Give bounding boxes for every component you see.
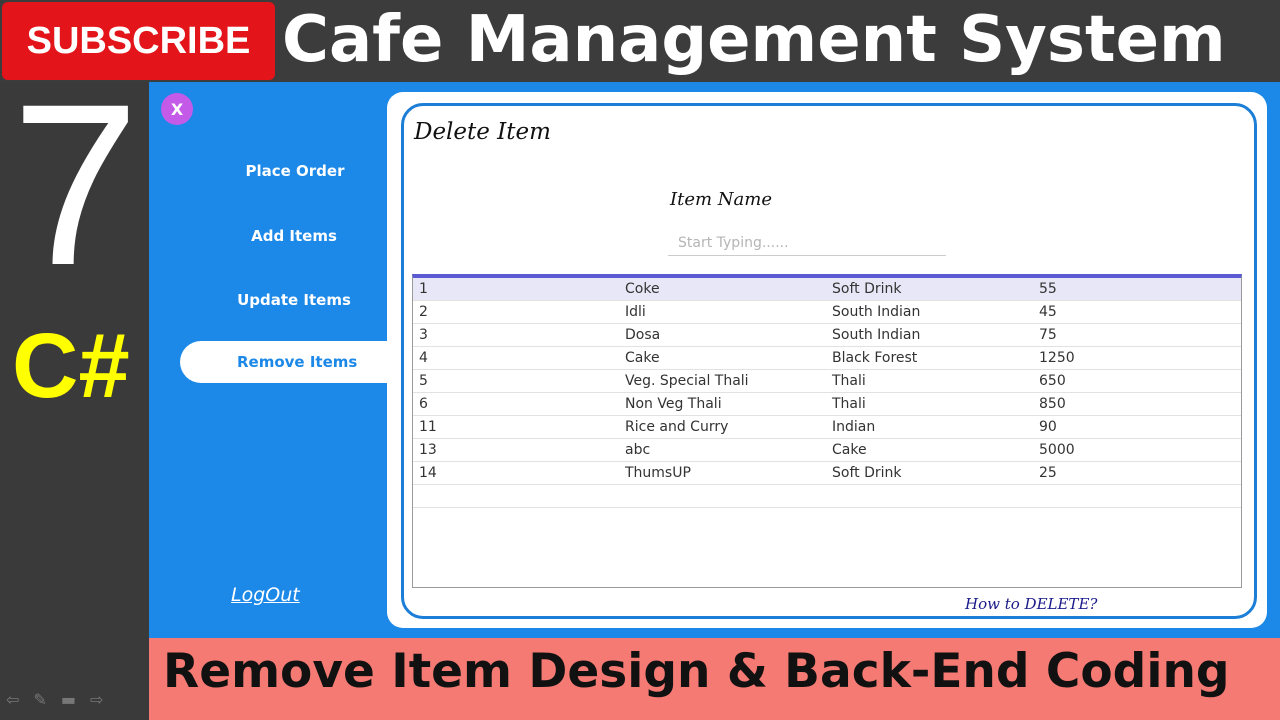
table-row[interactable]: 3 Dosa South Indian 75 <box>413 324 1241 347</box>
board-icon: ▬ <box>60 690 76 709</box>
table-row[interactable]: 5 Veg. Special Thali Thali 650 <box>413 370 1241 393</box>
nav-remove-items[interactable]: Remove Items <box>180 341 395 383</box>
table-cell-id: 13 <box>419 442 437 458</box>
table-cell-price: 850 <box>1039 396 1066 412</box>
how-to-delete-link[interactable]: How to DELETE? <box>965 595 1097 613</box>
table-cell-id: 1 <box>419 281 428 297</box>
table-cell-category: Thali <box>832 373 866 389</box>
table-row[interactable]: 2 Idli South Indian 45 <box>413 301 1241 324</box>
table-cell-name: ThumsUP <box>625 465 691 481</box>
delete-item-panel: Delete Item Item Name 1 Coke Soft Drink 55 2… <box>387 92 1267 628</box>
episode-number: 7 <box>11 56 140 313</box>
table-cell-price: 75 <box>1039 327 1057 343</box>
player-tools: ⇦ ✎ ▬ ⇨ <box>6 690 103 709</box>
table-cell-id: 4 <box>419 350 428 366</box>
video-title: Cafe Management System <box>282 3 1226 77</box>
table-row[interactable]: 1 Coke Soft Drink 55 <box>413 278 1241 301</box>
table-row[interactable] <box>413 485 1241 508</box>
top-banner: SUBSCRIBE Cafe Management System <box>0 0 1280 82</box>
table-row[interactable]: 4 Cake Black Forest 1250 <box>413 347 1241 370</box>
panel-title: Delete Item <box>414 119 551 145</box>
table-cell-category: Indian <box>832 419 876 435</box>
item-name-label: Item Name <box>670 189 772 210</box>
table-cell-id: 3 <box>419 327 428 343</box>
table-cell-name: Coke <box>625 281 660 297</box>
table-cell-category: Cake <box>832 442 867 458</box>
table-cell-category: South Indian <box>832 304 921 320</box>
table-row[interactable]: 14 ThumsUP Soft Drink 25 <box>413 462 1241 485</box>
language-label: C# <box>12 315 130 417</box>
table-cell-category: South Indian <box>832 327 921 343</box>
table-cell-price: 90 <box>1039 419 1057 435</box>
table-cell-name: Cake <box>625 350 660 366</box>
item-name-input[interactable] <box>668 230 946 256</box>
table-cell-category: Black Forest <box>832 350 918 366</box>
table-cell-price: 1250 <box>1039 350 1075 366</box>
table-row[interactable]: 13 abc Cake 5000 <box>413 439 1241 462</box>
app-window: X Place Order Add Items Update Items Rem… <box>149 82 1280 638</box>
nav-place-order[interactable]: Place Order <box>195 162 395 180</box>
table-cell-price: 650 <box>1039 373 1066 389</box>
bottom-caption: Remove Item Design & Back-End Coding <box>163 644 1230 699</box>
table-cell-category: Soft Drink <box>832 281 902 297</box>
forward-arrow-icon: ⇨ <box>89 690 104 709</box>
bottom-banner: Remove Item Design & Back-End Coding <box>149 638 1280 720</box>
table-cell-id: 6 <box>419 396 428 412</box>
table-cell-id: 5 <box>419 373 428 389</box>
close-button[interactable]: X <box>161 93 193 125</box>
back-arrow-icon: ⇦ <box>6 690 20 709</box>
table-cell-price: 5000 <box>1039 442 1075 458</box>
table-cell-name: Idli <box>625 304 646 320</box>
table-cell-price: 55 <box>1039 281 1057 297</box>
nav-update-items[interactable]: Update Items <box>194 291 394 309</box>
table-cell-category: Soft Drink <box>832 465 902 481</box>
table-cell-id: 14 <box>419 465 437 481</box>
table-row[interactable]: 11 Rice and Curry Indian 90 <box>413 416 1241 439</box>
table-cell-name: Rice and Curry <box>625 419 729 435</box>
table-cell-price: 25 <box>1039 465 1057 481</box>
table-cell-name: abc <box>625 442 651 458</box>
table-cell-id: 2 <box>419 304 428 320</box>
nav-add-items[interactable]: Add Items <box>194 227 394 245</box>
table-cell-name: Dosa <box>625 327 661 343</box>
pencil-icon: ✎ <box>33 690 47 709</box>
table-cell-id: 11 <box>419 419 437 435</box>
table-cell-name: Non Veg Thali <box>625 396 722 412</box>
items-grid[interactable]: 1 Coke Soft Drink 55 2 Idli South Indian 45 3 Dos… <box>412 274 1242 588</box>
logout-link[interactable]: LogOut <box>231 584 300 606</box>
table-cell-price: 45 <box>1039 304 1057 320</box>
table-cell-name: Veg. Special Thali <box>625 373 749 389</box>
table-row[interactable]: 6 Non Veg Thali Thali 850 <box>413 393 1241 416</box>
table-cell-category: Thali <box>832 396 866 412</box>
